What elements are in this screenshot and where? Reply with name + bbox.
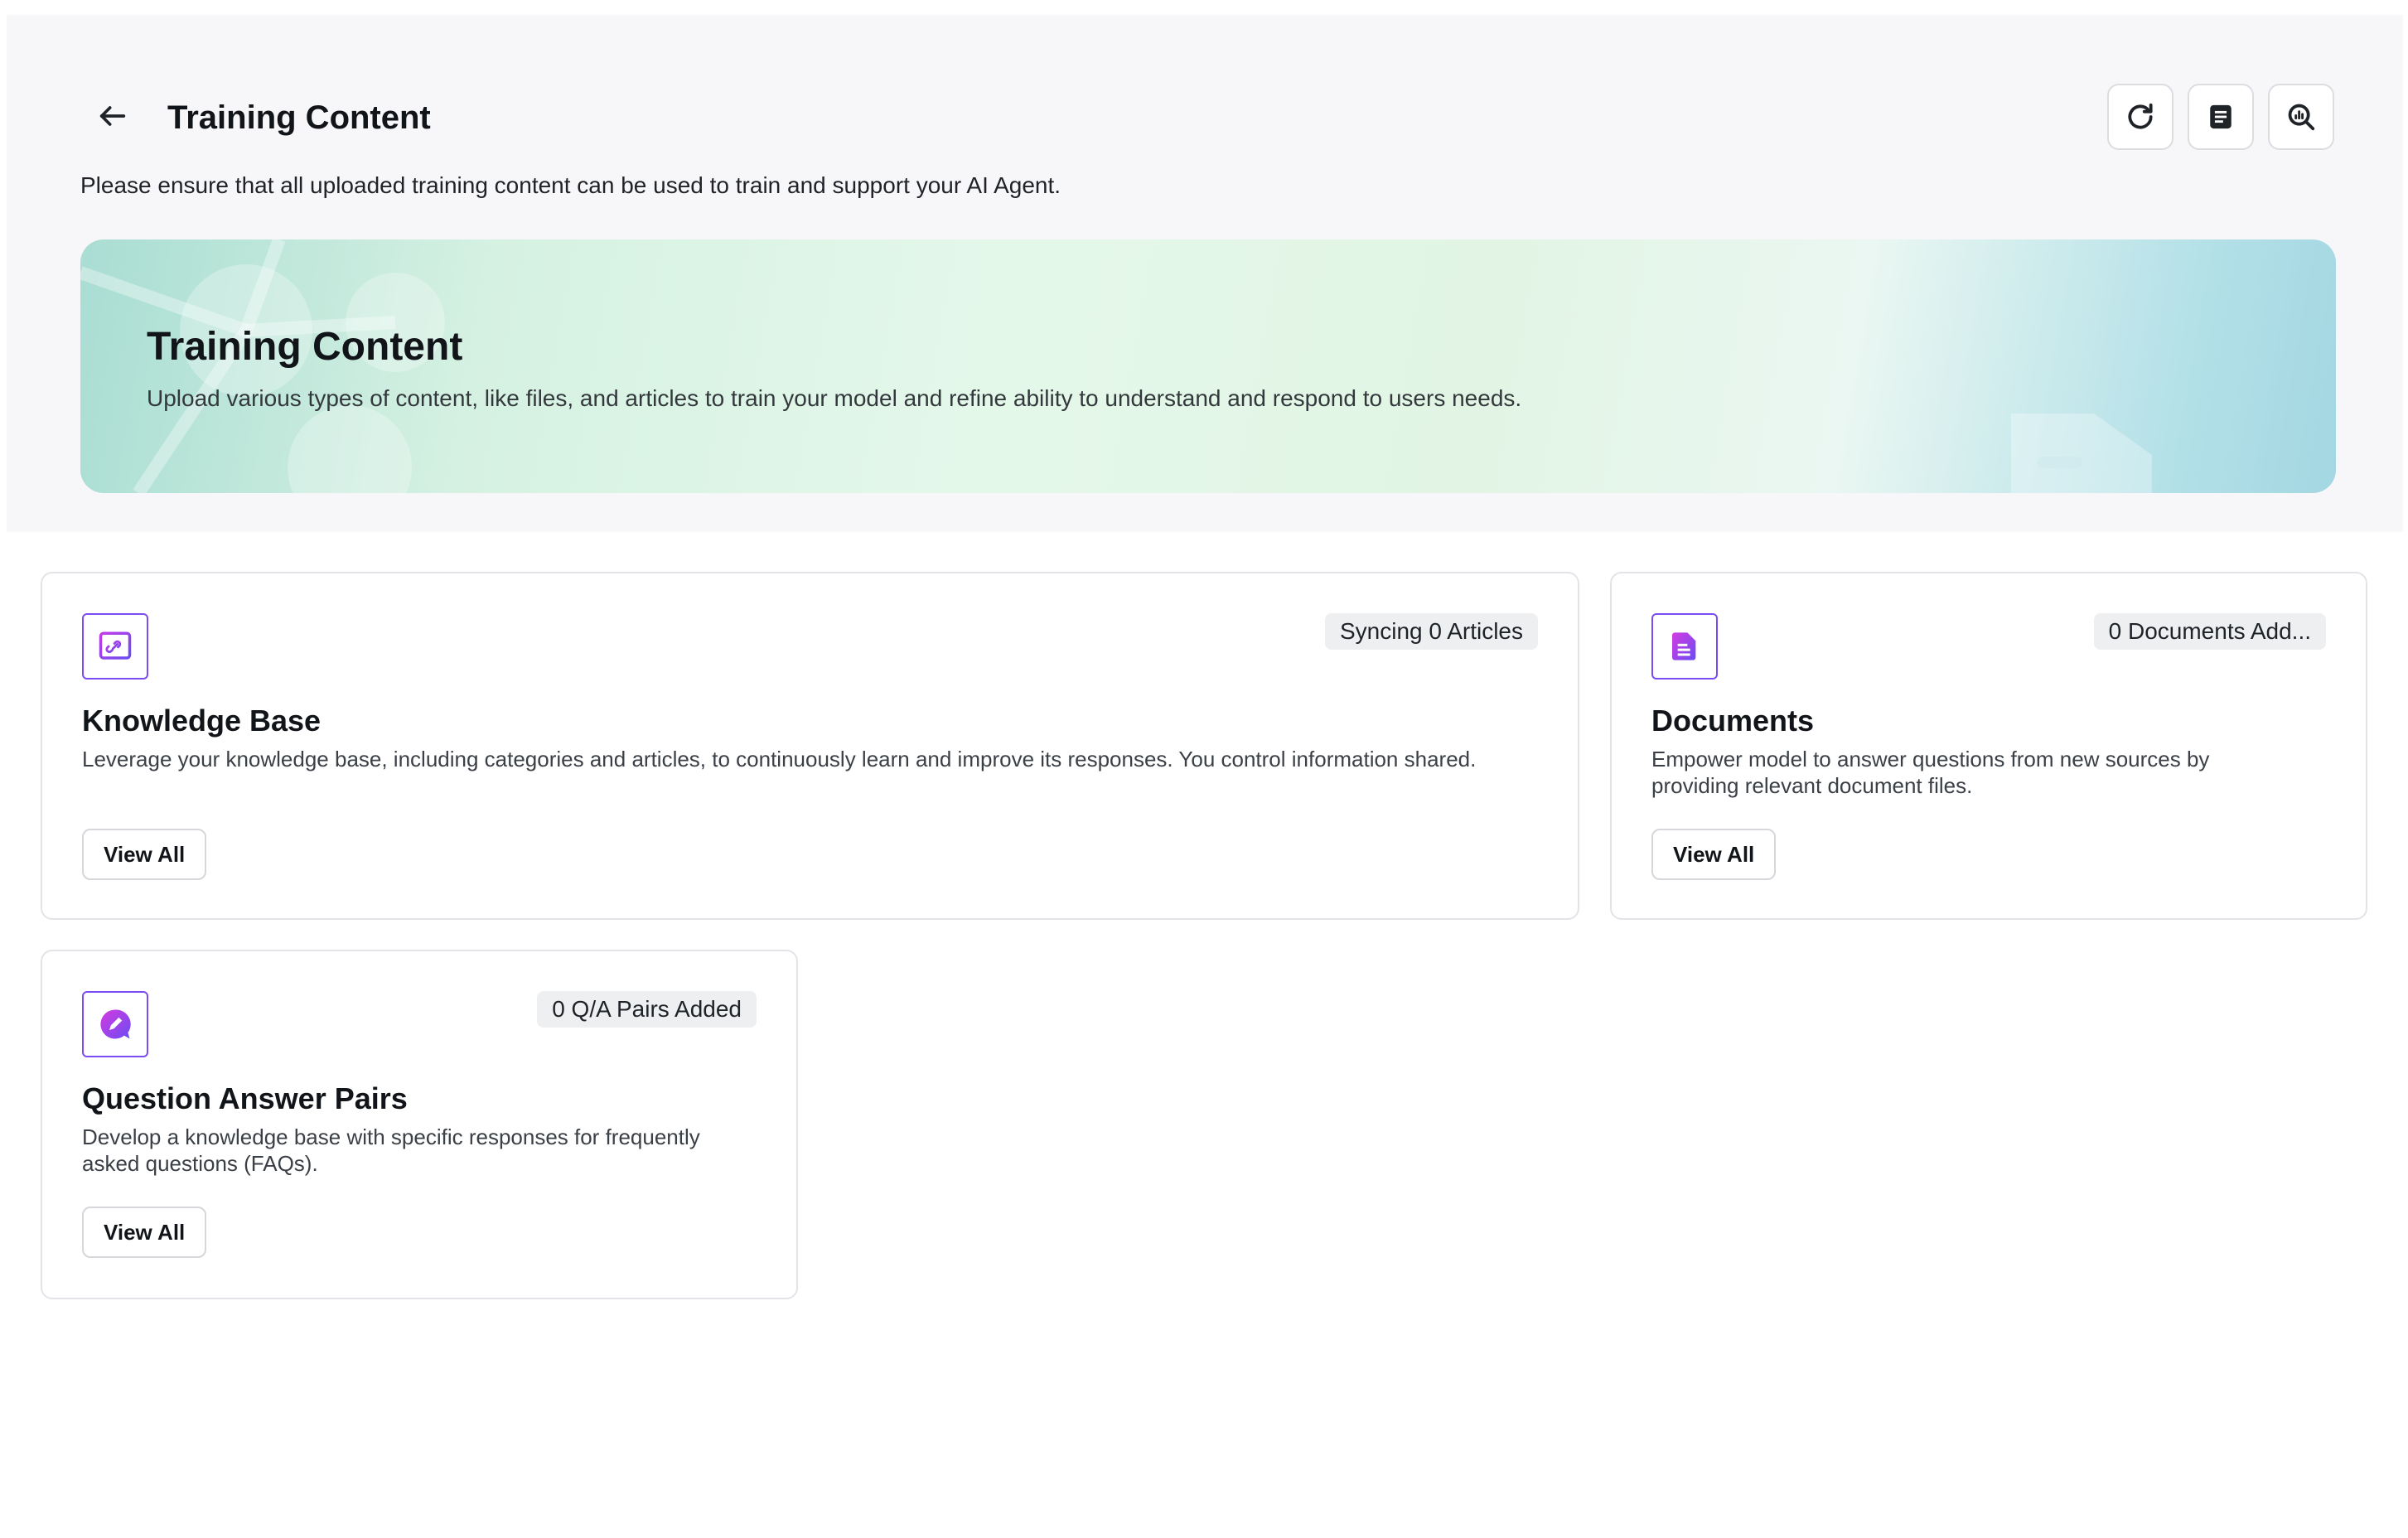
- documents-title: Documents: [1651, 704, 1815, 738]
- documents-count-badge: 0 Documents Add...: [2093, 613, 2326, 650]
- search-analytics-button[interactable]: [2268, 84, 2334, 150]
- document-button[interactable]: [2188, 84, 2254, 150]
- hero-banner: Training Content Upload various types of…: [80, 239, 2336, 493]
- sync-status-badge: Syncing 0 Articles: [1325, 613, 1538, 650]
- back-button[interactable]: [91, 94, 134, 138]
- qa-pairs-card: 0 Q/A Pairs Added Question Answer Pairs …: [41, 950, 798, 1299]
- knowledge-base-view-all-button[interactable]: View All: [82, 829, 207, 880]
- documents-view-all-button[interactable]: View All: [1651, 829, 1777, 880]
- banner-subtitle: Upload various types of content, like fi…: [147, 385, 1522, 411]
- qa-pairs-count-badge: 0 Q/A Pairs Added: [537, 991, 757, 1028]
- document-icon: [2210, 104, 2232, 129]
- chat-edit-icon: [100, 1009, 131, 1039]
- refresh-button[interactable]: [2107, 84, 2173, 150]
- refresh-icon: [2128, 103, 2153, 129]
- documents-description: Empower model to answer questions from n…: [1651, 747, 2210, 798]
- documents-icon-box: [1651, 613, 1718, 680]
- knowledge-base-card: Syncing 0 Articles Knowledge Base Levera…: [41, 572, 1579, 920]
- qa-pairs-view-all-button[interactable]: View All: [82, 1207, 207, 1258]
- link-window-icon: [99, 631, 132, 660]
- training-notice: Please ensure that all uploaded training…: [80, 172, 1061, 198]
- search-analytics-icon: [2288, 104, 2315, 131]
- documents-card: 0 Documents Add... Documents Empower mod…: [1610, 572, 2367, 920]
- qa-pairs-icon-box: [82, 991, 148, 1057]
- qa-pairs-title: Question Answer Pairs: [82, 1081, 408, 1115]
- file-icon: [1672, 632, 1696, 660]
- knowledge-base-title: Knowledge Base: [82, 704, 322, 738]
- knowledge-base-icon-box: [82, 613, 148, 680]
- banner-title: Training Content: [147, 325, 463, 369]
- knowledge-base-description: Leverage your knowledge base, including …: [82, 747, 1477, 771]
- arrow-left-icon: [99, 106, 126, 126]
- header-panel: Training Content Please ensure that all …: [7, 15, 2403, 532]
- qa-pairs-description: Develop a knowledge base with specific r…: [82, 1124, 700, 1176]
- page-title: Training Content: [167, 99, 431, 136]
